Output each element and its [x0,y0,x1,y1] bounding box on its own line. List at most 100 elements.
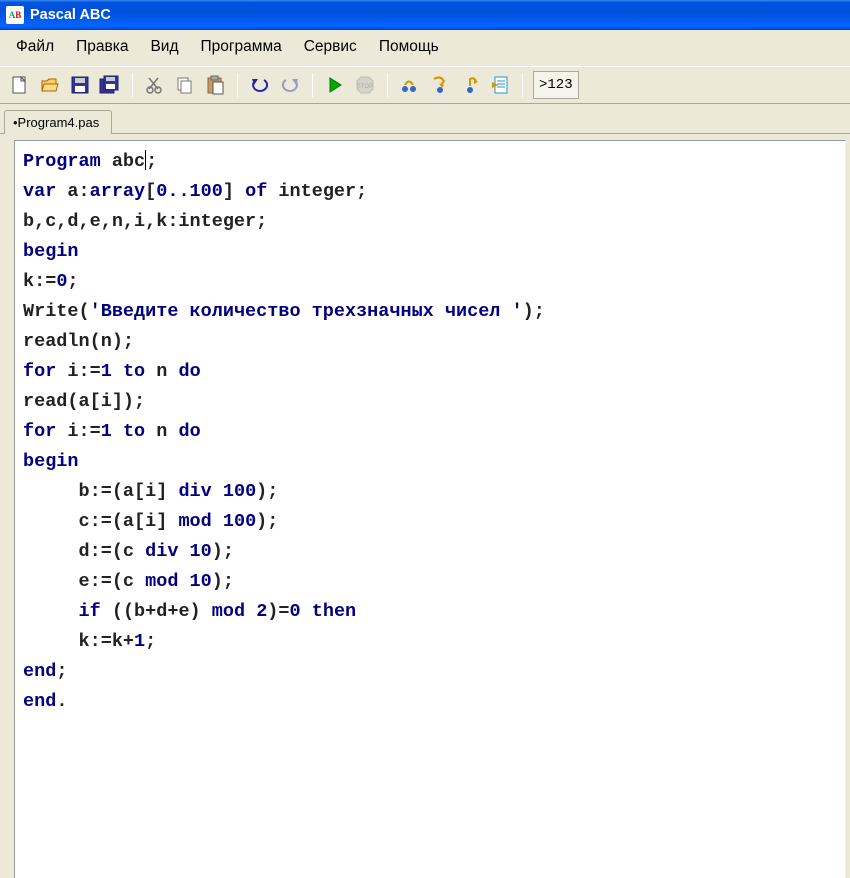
code-text: mod [145,571,178,592]
code-text [212,481,223,502]
open-file-button[interactable] [36,71,64,99]
code-text [178,541,189,562]
cut-button[interactable] [141,71,169,99]
separator [237,73,238,97]
scissors-icon [145,75,165,95]
goto-line-button[interactable]: >123 [533,71,579,99]
code-text: 100 [223,511,256,532]
code-text: d:=(c [23,541,145,562]
code-text: Write( [23,301,90,322]
redo-button[interactable] [276,71,304,99]
floppy-multi-icon [99,75,121,95]
code-text: readln(n); [23,331,134,352]
step-out-icon [460,75,480,95]
code-text: for [23,421,56,442]
code-text: Program [23,151,101,172]
code-text: then [312,601,356,622]
code-text [112,421,123,442]
undo-icon [250,76,270,94]
menu-service[interactable]: Сервис [294,34,369,60]
code-text: n [145,361,178,382]
run-button[interactable] [321,71,349,99]
separator [312,73,313,97]
code-text: 0..100 [156,181,223,202]
code-text: ); [256,511,278,532]
menu-edit[interactable]: Правка [66,34,140,60]
code-text: var [23,181,56,202]
tab-program4[interactable]: •Program4.pas [4,110,112,134]
menu-bar: Файл Правка Вид Программа Сервис Помощь [0,30,850,66]
code-text [301,601,312,622]
code-text: k:= [23,271,56,292]
code-text: n [145,421,178,442]
code-text: 2 [256,601,267,622]
svg-text:STOP: STOP [357,84,373,90]
code-text: ; [146,151,157,172]
new-file-button[interactable] [6,71,34,99]
code-text: 'Введите количество трехзначных чисел ' [90,301,523,322]
code-text: [ [145,181,156,202]
code-text: if [79,601,101,622]
code-text: do [178,421,200,442]
code-text: ; [56,661,67,682]
code-text: 0 [290,601,301,622]
code-text: c:=(a[i] [23,511,178,532]
play-icon [326,76,344,94]
code-text [112,361,123,382]
code-text: i:= [56,421,100,442]
clipboard-icon [205,75,225,95]
step-into-button[interactable] [426,71,454,99]
code-text: ); [256,481,278,502]
step-out-button[interactable] [456,71,484,99]
code-text: to [123,421,145,442]
code-text: div [178,481,211,502]
floppy-icon [70,75,90,95]
new-file-icon [10,75,30,95]
code-editor[interactable]: Program abc; var a:array[0..100] of inte… [14,140,846,878]
code-text: read(a[i]); [23,391,145,412]
menu-view[interactable]: Вид [140,34,190,60]
copy-button[interactable] [171,71,199,99]
code-text: begin [23,241,79,262]
menu-program[interactable]: Программа [191,34,294,60]
stop-icon: STOP [355,75,375,95]
stop-button[interactable]: STOP [351,71,379,99]
code-text: of [245,181,267,202]
step-over-icon [399,75,421,95]
code-text: end [23,691,56,712]
save-all-button[interactable] [96,71,124,99]
code-text: ; [145,631,156,652]
step-into-icon [430,75,450,95]
menu-file[interactable]: Файл [6,34,66,60]
code-text: )= [267,601,289,622]
title-bar: AB Pascal ABC [0,0,850,30]
code-text: ((b+d+e) [101,601,212,622]
code-text [245,601,256,622]
code-text: array [90,181,146,202]
code-text: ); [212,541,234,562]
toolbar: STOP >123 [0,66,850,104]
copy-icon [175,75,195,95]
code-text: a: [56,181,89,202]
code-text: b:=(a[i] [23,481,178,502]
code-text: i:= [56,361,100,382]
code-text: . [56,691,67,712]
code-text: end [23,661,56,682]
breakpoint-button[interactable] [486,71,514,99]
window-title: Pascal ABC [30,7,111,23]
undo-button[interactable] [246,71,274,99]
code-text: mod [178,511,211,532]
open-folder-icon [40,75,60,95]
menu-help[interactable]: Помощь [369,34,451,60]
separator [132,73,133,97]
save-button[interactable] [66,71,94,99]
app-icon: AB [6,6,24,24]
code-text: 1 [101,361,112,382]
step-over-button[interactable] [396,71,424,99]
code-text: do [178,361,200,382]
code-text: for [23,361,56,382]
code-text: ] [223,181,245,202]
code-text: 10 [190,541,212,562]
paste-button[interactable] [201,71,229,99]
code-text: 10 [190,571,212,592]
